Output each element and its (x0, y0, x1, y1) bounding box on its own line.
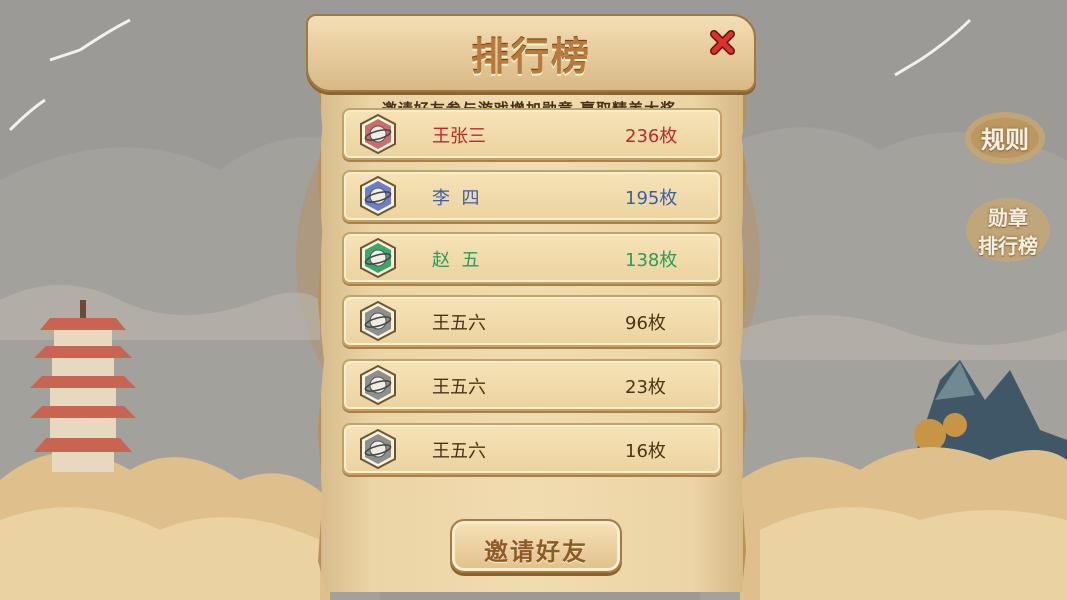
invite-friends-label: 邀请好友 (484, 538, 588, 566)
medal-count: 138枚 (625, 250, 678, 271)
planet-medal-icon (358, 175, 398, 217)
close-button[interactable] (707, 26, 739, 58)
leaderboard-row: 赵 五 138枚 (342, 232, 722, 284)
panel-title: 排行榜 (470, 35, 591, 79)
player-name: 王五六 (432, 313, 486, 334)
player-name: 王张三 (432, 126, 486, 147)
medal-count: 23枚 (625, 377, 666, 398)
invite-friends-button[interactable]: 邀请好友 (450, 519, 622, 573)
rules-button[interactable]: 规则 (960, 104, 1050, 170)
planet-medal-icon (358, 237, 398, 279)
leaderboard-row: 王五六 96枚 (342, 295, 722, 347)
player-name: 李 四 (432, 188, 480, 209)
player-name: 赵 五 (432, 250, 480, 271)
rules-label: 规则 (981, 126, 1029, 154)
leaderboard-row: 王张三 236枚 (342, 108, 722, 160)
medal-leaderboard-button[interactable]: 勋章 排行榜 (962, 192, 1054, 268)
player-name: 王五六 (432, 441, 486, 462)
planet-medal-icon (358, 364, 398, 406)
medal-label: 勋章 (988, 206, 1028, 230)
leaderboard-panel: 排行榜 邀请好友参与游戏增加勋章 赢取精美大奖 王张三236枚李 四195枚赵 … (306, 14, 756, 592)
leaderboard-row: 李 四 195枚 (342, 170, 722, 222)
leaderboard-row: 王五六 23枚 (342, 359, 722, 411)
planet-medal-icon (358, 300, 398, 342)
player-name: 王五六 (432, 377, 486, 398)
planet-medal-icon (358, 113, 398, 155)
planet-medal-icon (358, 428, 398, 470)
medal-count: 195枚 (625, 188, 678, 209)
close-x-icon (710, 30, 735, 55)
medal-count: 236枚 (625, 126, 678, 147)
leaderboard-row: 王五六 16枚 (342, 423, 722, 475)
medal-count: 96枚 (625, 313, 666, 334)
scroll-header: 排行榜 (306, 14, 756, 92)
leaderboard-label: 排行榜 (978, 234, 1038, 258)
medal-count: 16枚 (625, 441, 666, 462)
